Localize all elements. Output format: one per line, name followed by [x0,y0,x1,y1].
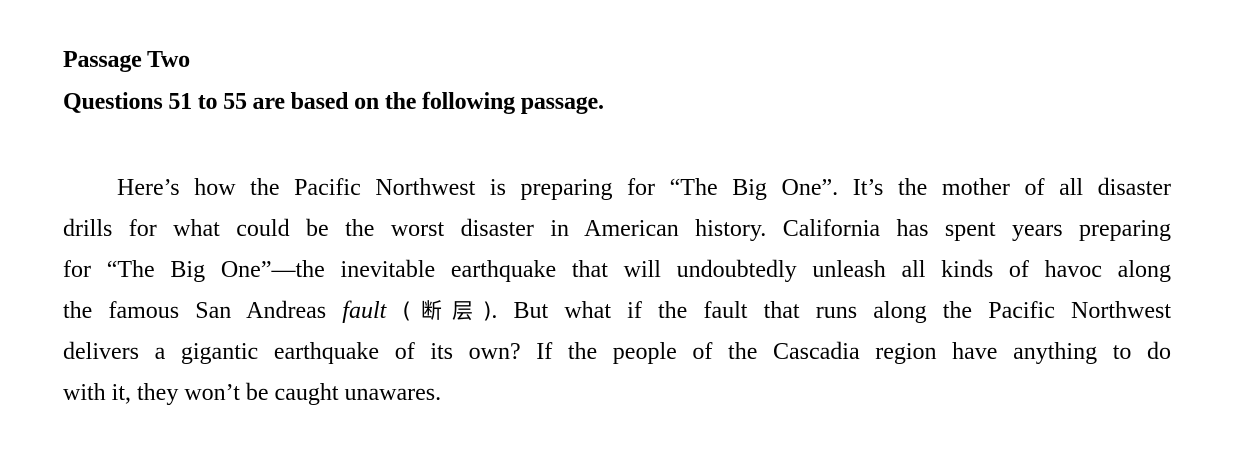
passage-line-3: for “The Big One”—the inevitable earthqu… [63,257,1171,283]
chinese-gloss: (断层) [402,299,492,323]
line-4-after: . But what if the fault that runs along … [491,298,1172,324]
passage-line-6: with it, they won’t be caught unawares. [63,380,442,406]
passage-line-1: Here’s how the Pacific Northwest is prep… [117,175,1171,201]
document-page: Passage Two Questions 51 to 55 are based… [0,0,1241,463]
passage-line-2: drills for what could be the worst disas… [63,216,1171,242]
passage-instructions: Questions 51 to 55 are based on the foll… [63,89,604,115]
passage-line-4: the famous San Andreas fault (断层). But w… [63,291,1171,332]
italic-term-fault: fault [342,298,387,324]
passage-line-5: delivers a gigantic earthquake of its ow… [63,339,1171,365]
line-4-before: the famous San Andreas [63,298,343,324]
passage-title: Passage Two [63,47,190,73]
passage-body: Here’s how the Pacific Northwest is prep… [63,168,1171,414]
